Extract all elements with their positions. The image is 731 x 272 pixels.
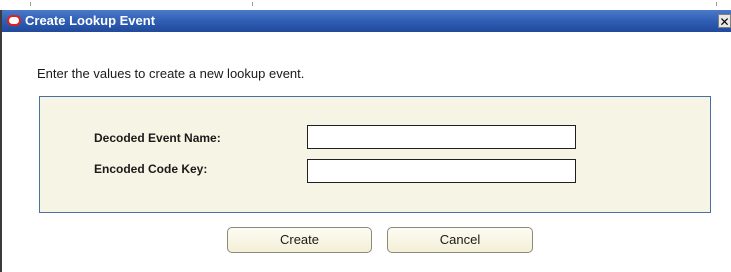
dialog-left-border — [0, 10, 2, 272]
encoded-code-key-input[interactable] — [307, 159, 576, 183]
encoded-code-key-label: Encoded Code Key: — [94, 162, 208, 176]
oracle-logo-icon — [7, 15, 21, 26]
page: Create Lookup Event ✕ Enter the values t… — [0, 0, 731, 272]
background-tick — [252, 2, 253, 6]
dialog-titlebar[interactable]: Create Lookup Event ✕ — [2, 10, 731, 32]
background-strip — [0, 0, 731, 10]
create-button[interactable]: Create — [227, 227, 372, 253]
background-tick — [716, 2, 717, 6]
cancel-button[interactable]: Cancel — [387, 227, 533, 253]
instruction-text: Enter the values to create a new lookup … — [37, 66, 305, 81]
decoded-event-name-label: Decoded Event Name: — [94, 131, 221, 145]
close-icon[interactable]: ✕ — [718, 14, 731, 29]
background-tick — [30, 2, 31, 6]
dialog-title: Create Lookup Event — [25, 13, 156, 28]
decoded-event-name-input[interactable] — [307, 125, 576, 149]
form-panel: Decoded Event Name: Encoded Code Key: — [39, 96, 711, 213]
